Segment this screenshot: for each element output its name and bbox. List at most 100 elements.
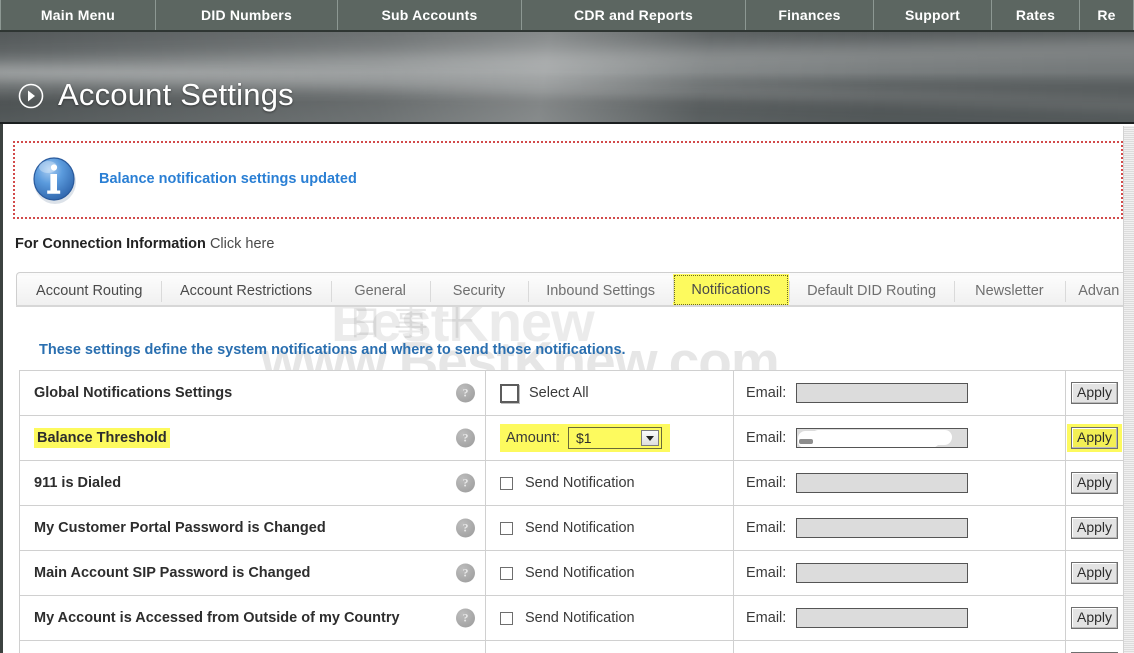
topnav-item-sub-accounts[interactable]: Sub Accounts	[338, 0, 522, 30]
notification-control-cell: Amount: $1	[485, 415, 734, 461]
amount-selector-group: Amount: $1	[500, 424, 670, 452]
notification-label-cell: My Settings are Changed?	[19, 640, 486, 653]
apply-button[interactable]: Apply	[1070, 382, 1119, 404]
checkbox-group: Send Notification	[500, 475, 733, 491]
table-row: My Customer Portal Password is Changed? S…	[19, 505, 1124, 551]
tab-newsletter[interactable]: Newsletter	[954, 276, 1065, 306]
tab-label: Account Routing	[36, 283, 143, 299]
apply-button-wrapper: Apply	[1067, 514, 1122, 542]
notification-alert-box: Balance notification settings updated	[13, 141, 1123, 219]
notification-label: Global Notifications Settings	[34, 385, 233, 401]
email-group: Email:	[746, 608, 1065, 628]
table-row: 911 is Dialed? Send Notification Email: App…	[19, 460, 1124, 506]
apply-cell: Apply	[1065, 550, 1124, 596]
topnav-item-rates[interactable]: Rates	[992, 0, 1080, 30]
amount-dropdown-value: $1	[576, 430, 592, 446]
apply-button[interactable]: Apply	[1070, 607, 1119, 629]
connection-info-link[interactable]: Click here	[210, 236, 274, 252]
email-input[interactable]	[796, 383, 969, 403]
alert-message: Balance notification settings updated	[99, 171, 357, 187]
email-group: Email:	[746, 563, 1065, 583]
send-notification-checkbox[interactable]	[500, 521, 513, 535]
notification-control-cell: Send Notification	[485, 460, 734, 506]
page-title: Account Settings	[58, 77, 294, 112]
apply-button[interactable]: Apply	[1070, 517, 1119, 539]
notification-label: Balance Threshold	[34, 428, 170, 448]
apply-button[interactable]: Apply	[1070, 427, 1119, 449]
chevron-down-icon[interactable]	[641, 430, 659, 446]
tab-inbound-settings[interactable]: Inbound Settings	[528, 276, 673, 306]
apply-button-wrapper: Apply	[1067, 559, 1122, 587]
topnav-item-did-numbers[interactable]: DID Numbers	[156, 0, 338, 30]
email-input[interactable]	[796, 428, 969, 448]
checkbox-group: Send Notification	[500, 520, 733, 536]
email-label: Email:	[746, 385, 787, 401]
page-root: Main Menu DID Numbers Sub Accounts CDR and …	[0, 0, 1134, 653]
topnav-item-finances[interactable]: Finances	[746, 0, 874, 30]
tab-security[interactable]: Security	[429, 276, 529, 306]
email-input[interactable]	[796, 473, 969, 493]
topnav-item-label: Re	[1097, 7, 1116, 23]
apply-cell: Apply	[1065, 415, 1124, 461]
tab-bar-underline	[16, 305, 1134, 307]
tab-label: Default DID Routing	[807, 283, 937, 299]
question-mark-icon[interactable]: ?	[456, 563, 475, 583]
tab-account-routing[interactable]: Account Routing	[17, 276, 162, 306]
checkbox-label: Send Notification	[525, 610, 635, 626]
checkbox-label: Send Notification	[525, 475, 635, 491]
tab-default-did-routing[interactable]: Default DID Routing	[788, 276, 955, 306]
send-notification-checkbox[interactable]	[500, 611, 513, 625]
tab-label: Account Restrictions	[180, 283, 313, 299]
apply-button-wrapper: Apply	[1066, 424, 1123, 452]
tab-account-restrictions[interactable]: Account Restrictions	[161, 276, 331, 306]
email-cell: Email:	[733, 595, 1066, 641]
question-mark-icon[interactable]: ?	[456, 608, 475, 628]
apply-cell: Apply	[1065, 595, 1124, 641]
amount-dropdown[interactable]: $1	[568, 427, 662, 449]
email-input[interactable]	[796, 608, 969, 628]
top-navigation-bar: Main Menu DID Numbers Sub Accounts CDR and …	[0, 0, 1134, 32]
topnav-item-re[interactable]: Re	[1080, 0, 1134, 30]
email-label: Email:	[746, 430, 787, 446]
notification-label-cell: Main Account SIP Password is Changed?	[19, 550, 486, 596]
email-input[interactable]	[796, 518, 969, 538]
topnav-item-support[interactable]: Support	[874, 0, 992, 30]
info-icon	[28, 153, 82, 207]
email-input[interactable]	[796, 563, 969, 583]
table-row: Main Account SIP Password is Changed? Sen…	[19, 550, 1124, 596]
notification-control-cell: Send Notification	[485, 550, 734, 596]
email-group: Email:	[746, 383, 1065, 403]
notification-label-cell: My Customer Portal Password is Changed?	[19, 505, 486, 551]
redaction-smudge-mark	[799, 439, 814, 444]
checkbox-group: Send Notification	[500, 610, 733, 626]
table-row: Global Notifications Settings? Select All…	[19, 370, 1124, 416]
email-label: Email:	[746, 520, 787, 536]
question-mark-icon[interactable]: ?	[456, 383, 475, 403]
page-header-banner: Account Settings	[0, 32, 1134, 124]
tab-label: Advan	[1078, 283, 1120, 299]
notification-label: My Customer Portal Password is Changed	[34, 520, 326, 536]
redaction-smudge	[802, 431, 943, 446]
apply-button[interactable]: Apply	[1070, 562, 1119, 584]
tab-notifications[interactable]: Notifications	[672, 274, 789, 306]
tab-label: General	[354, 283, 406, 299]
select-all-checkbox[interactable]	[500, 383, 519, 403]
tab-general[interactable]: General	[330, 276, 430, 306]
question-mark-icon[interactable]: ?	[456, 473, 475, 493]
question-mark-icon[interactable]: ?	[456, 428, 475, 448]
email-cell: Email:	[733, 415, 1066, 461]
checkbox-label: Send Notification	[525, 565, 635, 581]
notification-control-cell: Send Notification	[485, 595, 734, 641]
apply-button[interactable]: Apply	[1070, 472, 1119, 494]
send-notification-checkbox[interactable]	[500, 476, 513, 490]
vertical-scrollbar[interactable]	[1123, 126, 1134, 653]
notification-label: Main Account SIP Password is Changed	[34, 565, 311, 581]
email-cell: Email:	[733, 370, 1066, 416]
topnav-item-cdr-and-reports[interactable]: CDR and Reports	[522, 0, 746, 30]
topnav-item-label: Sub Accounts	[381, 7, 478, 23]
question-mark-icon[interactable]: ?	[456, 518, 475, 538]
topnav-item-main-menu[interactable]: Main Menu	[0, 0, 156, 30]
apply-cell: Apply	[1065, 640, 1124, 653]
send-notification-checkbox[interactable]	[500, 566, 513, 580]
email-label: Email:	[746, 565, 787, 581]
